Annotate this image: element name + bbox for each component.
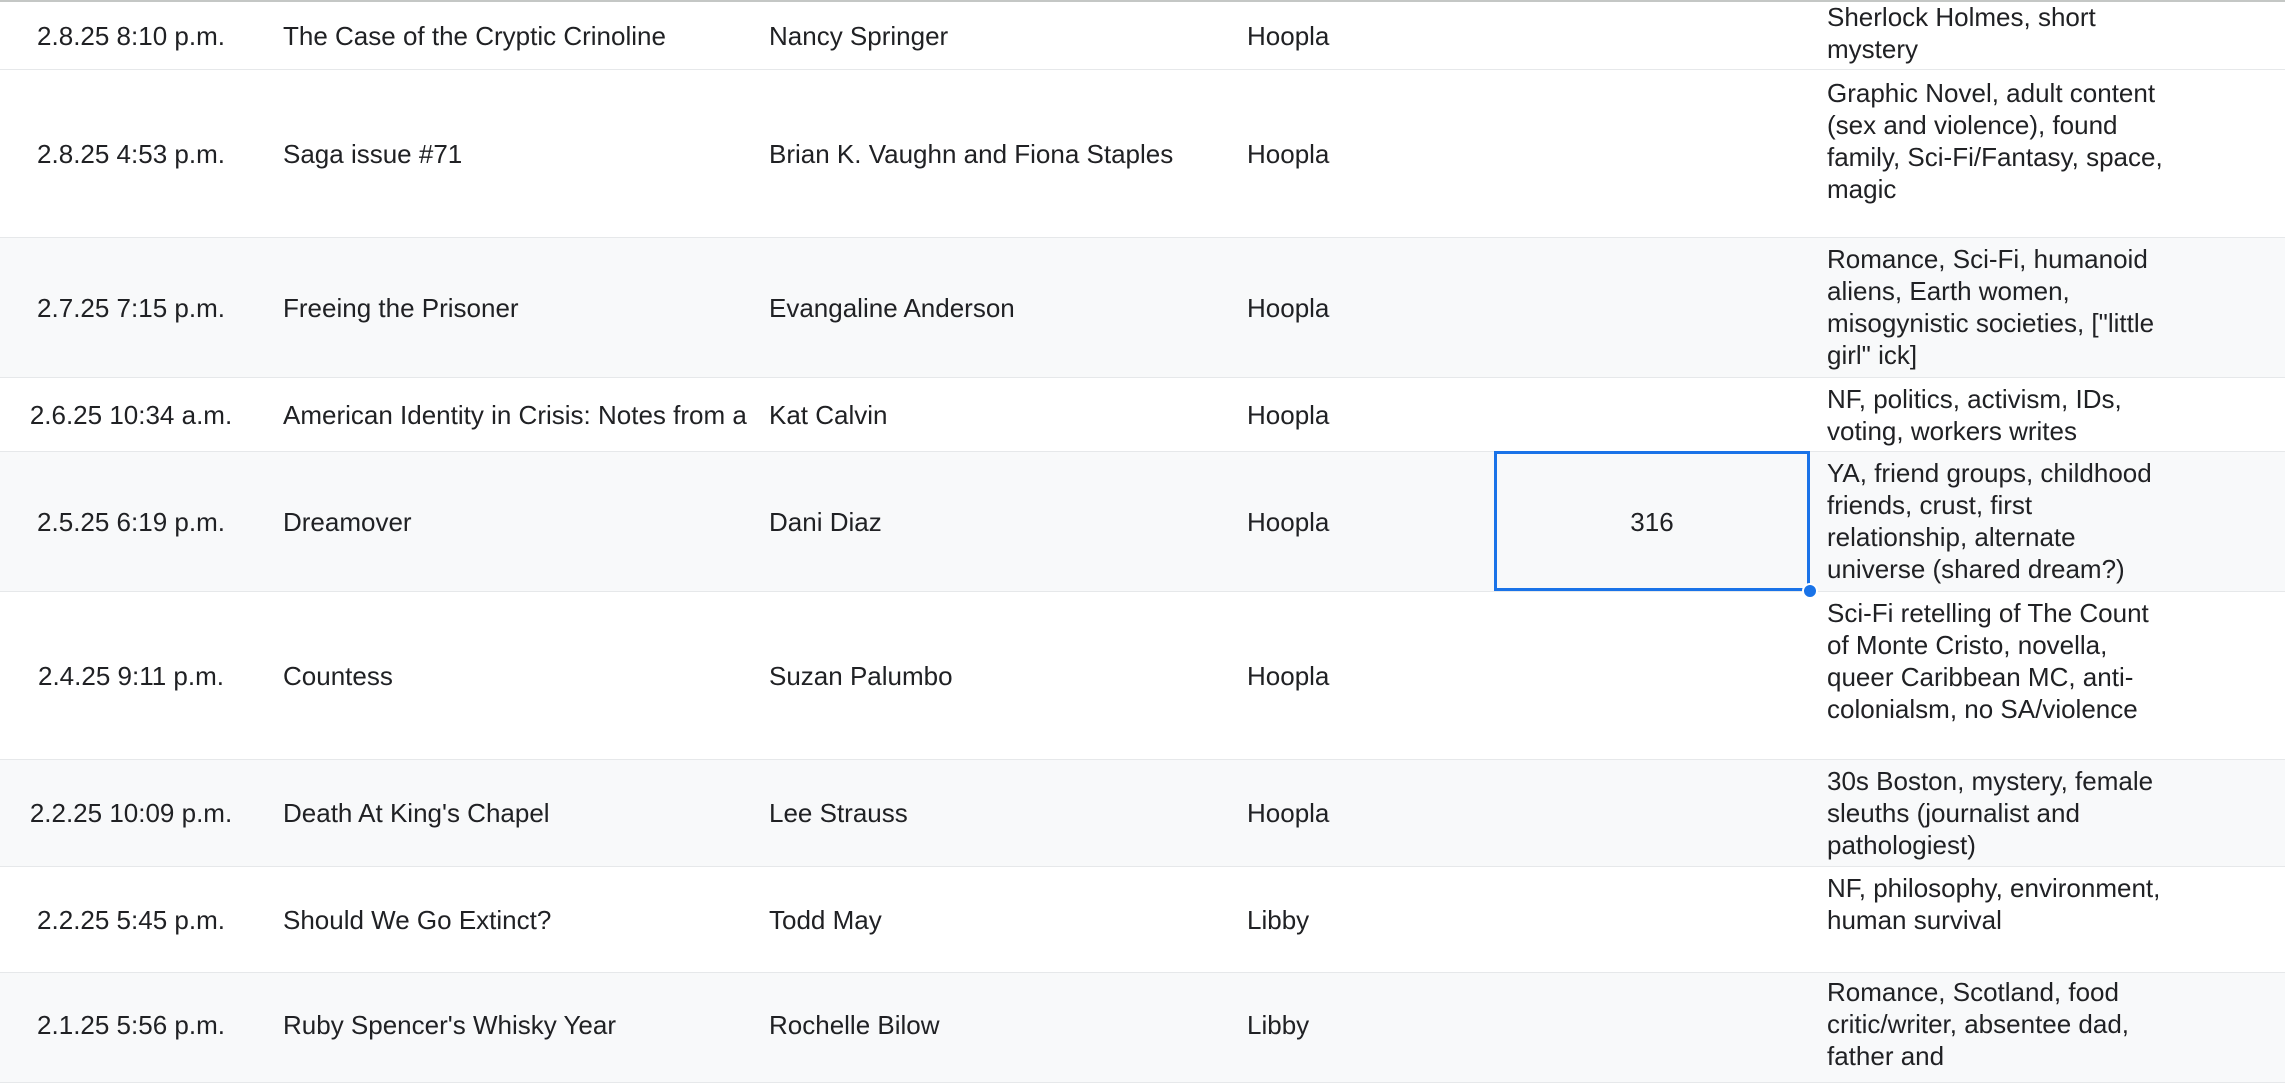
notes-cell[interactable]: Romance, Sci-Fi, humanoid aliens, Earth … [1827, 238, 2167, 377]
title-cell[interactable]: American Identity in Crisis: Notes from … [283, 378, 753, 451]
pages-cell[interactable] [1494, 867, 1810, 972]
notes-text: Graphic Novel, adult content (sex and vi… [1827, 78, 2163, 204]
source-cell[interactable]: Hoopla [1247, 452, 1487, 591]
notes-cell[interactable]: Sci-Fi retelling of The Count of Monte C… [1827, 592, 2167, 759]
source-cell[interactable]: Hoopla [1247, 70, 1487, 237]
notes-text: Romance, Scotland, food critic/writer, a… [1827, 977, 2130, 1071]
source-cell[interactable]: Libby [1247, 867, 1487, 972]
title-cell[interactable]: Ruby Spencer's Whisky Year [283, 973, 753, 1082]
source-cell[interactable]: Libby [1247, 973, 1487, 1082]
date-cell[interactable]: 2.6.25 10:34 a.m. [0, 378, 262, 451]
table-row: 2.8.25 8:10 p.m. The Case of the Cryptic… [0, 2, 2285, 70]
table-row: 2.5.25 6:19 p.m. Dreamover Dani Diaz Hoo… [0, 452, 2285, 592]
date-cell[interactable]: 2.2.25 10:09 p.m. [0, 760, 262, 866]
date-cell[interactable]: 2.2.25 5:45 p.m. [0, 867, 262, 972]
table-row: 2.6.25 10:34 a.m. American Identity in C… [0, 378, 2285, 452]
source-cell[interactable]: Hoopla [1247, 592, 1487, 759]
notes-text: 30s Boston, mystery, female sleuths (jou… [1827, 766, 2154, 860]
table-row: 2.2.25 10:09 p.m. Death At King's Chapel… [0, 760, 2285, 867]
pages-cell[interactable] [1494, 592, 1810, 759]
author-cell[interactable]: Lee Strauss [769, 760, 1229, 866]
table-row: 2.4.25 9:11 p.m. Countess Suzan Palumbo … [0, 592, 2285, 760]
source-cell[interactable]: Hoopla [1247, 238, 1487, 377]
pages-cell[interactable] [1494, 973, 1810, 1082]
notes-cell[interactable]: 30s Boston, mystery, female sleuths (jou… [1827, 760, 2167, 866]
notes-cell[interactable]: YA, friend groups, childhood friends, cr… [1827, 452, 2167, 591]
notes-cell[interactable]: Graphic Novel, adult content (sex and vi… [1827, 70, 2167, 237]
notes-cell[interactable]: Romance, Scotland, food critic/writer, a… [1827, 973, 2167, 1082]
notes-cell[interactable]: NF, philosophy, environment, human survi… [1827, 867, 2167, 972]
author-cell[interactable]: Suzan Palumbo [769, 592, 1229, 759]
notes-cell[interactable]: Sherlock Holmes, short mystery [1827, 2, 2167, 69]
notes-text: YA, friend groups, childhood friends, cr… [1827, 458, 2152, 584]
source-cell[interactable]: Hoopla [1247, 2, 1487, 69]
notes-text: Romance, Sci-Fi, humanoid aliens, Earth … [1827, 244, 2155, 370]
pages-cell[interactable] [1494, 70, 1810, 237]
table-row: 2.7.25 7:15 p.m. Freeing the Prisoner Ev… [0, 238, 2285, 378]
table-row: 2.2.25 5:45 p.m. Should We Go Extinct? T… [0, 867, 2285, 973]
date-cell[interactable]: 2.4.25 9:11 p.m. [0, 592, 262, 759]
fill-handle[interactable] [1802, 583, 1818, 599]
author-cell[interactable]: Kat Calvin [769, 378, 1229, 451]
date-cell[interactable]: 2.7.25 7:15 p.m. [0, 238, 262, 377]
title-cell[interactable]: Death At King's Chapel [283, 760, 753, 866]
source-cell[interactable]: Hoopla [1247, 760, 1487, 866]
date-cell[interactable]: 2.8.25 4:53 p.m. [0, 70, 262, 237]
notes-text: Sci-Fi retelling of The Count of Monte C… [1827, 598, 2149, 724]
notes-cell[interactable]: NF, politics, activism, IDs, voting, wor… [1827, 378, 2167, 451]
table-row: 2.1.25 5:56 p.m. Ruby Spencer's Whisky Y… [0, 973, 2285, 1083]
spreadsheet-grid: 2.8.25 8:10 p.m. The Case of the Cryptic… [0, 2, 2285, 1083]
pages-cell[interactable] [1494, 238, 1810, 377]
title-cell[interactable]: The Case of the Cryptic Crinoline [283, 2, 753, 69]
author-cell[interactable]: Nancy Springer [769, 2, 1229, 69]
notes-text: NF, philosophy, environment, human survi… [1827, 873, 2161, 935]
title-cell[interactable]: Should We Go Extinct? [283, 867, 753, 972]
pages-cell[interactable] [1494, 760, 1810, 866]
author-cell[interactable]: Dani Diaz [769, 452, 1229, 591]
source-cell[interactable]: Hoopla [1247, 378, 1487, 451]
table-row: 2.8.25 4:53 p.m. Saga issue #71 Brian K.… [0, 70, 2285, 238]
title-cell[interactable]: Saga issue #71 [283, 70, 753, 237]
author-cell[interactable]: Rochelle Bilow [769, 973, 1229, 1082]
notes-text: Sherlock Holmes, short mystery [1827, 2, 2096, 64]
date-cell[interactable]: 2.8.25 8:10 p.m. [0, 2, 262, 69]
author-cell[interactable]: Brian K. Vaughn and Fiona Staples [769, 70, 1229, 237]
title-cell[interactable]: Freeing the Prisoner [283, 238, 753, 377]
title-cell[interactable]: Countess [283, 592, 753, 759]
pages-cell[interactable] [1494, 2, 1810, 69]
pages-cell[interactable] [1494, 378, 1810, 451]
date-cell[interactable]: 2.5.25 6:19 p.m. [0, 452, 262, 591]
date-cell[interactable]: 2.1.25 5:56 p.m. [0, 973, 262, 1083]
title-cell[interactable]: Dreamover [283, 452, 753, 591]
pages-cell-selected[interactable]: 316 [1494, 452, 1810, 591]
author-cell[interactable]: Todd May [769, 867, 1229, 972]
author-cell[interactable]: Evangaline Anderson [769, 238, 1229, 377]
notes-text: NF, politics, activism, IDs, voting, wor… [1827, 384, 2122, 446]
